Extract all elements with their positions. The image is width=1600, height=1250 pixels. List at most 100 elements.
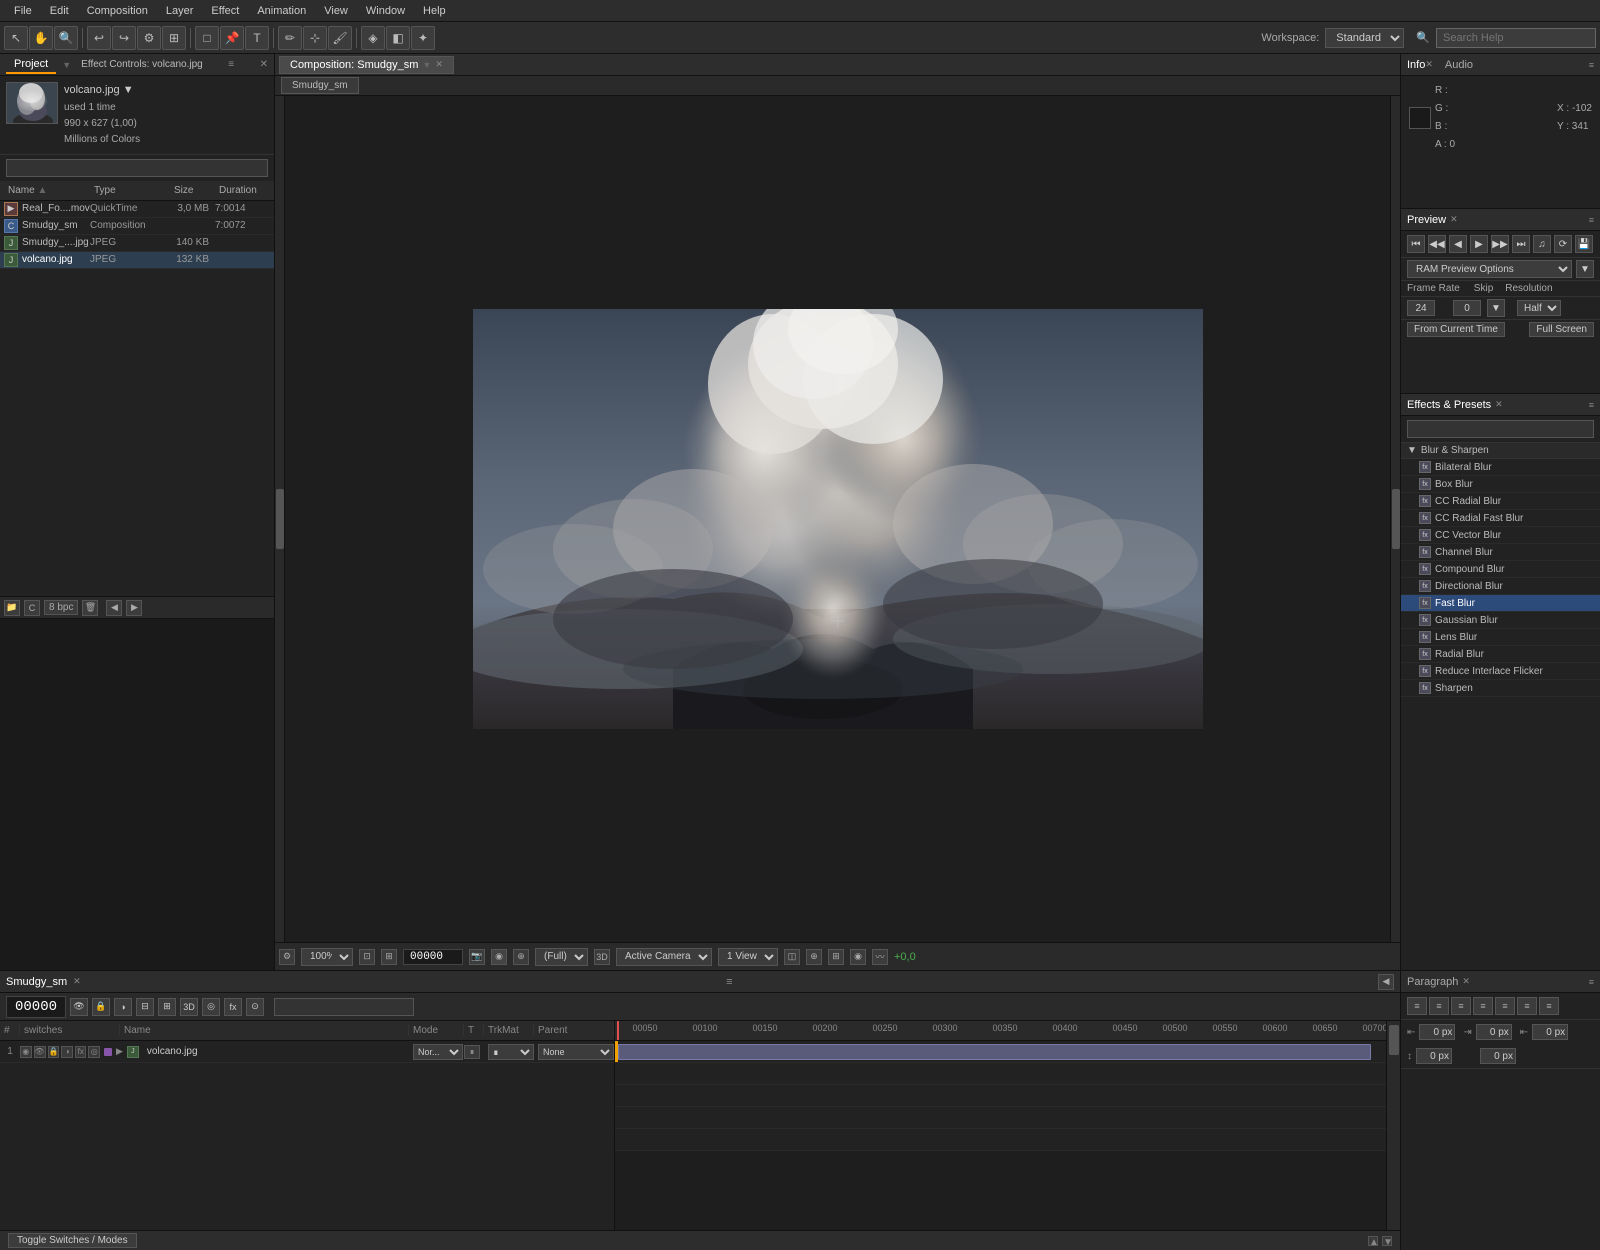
timeline-menu-btn[interactable]: ≡ bbox=[726, 976, 732, 988]
timeline-adjust-btn[interactable]: ⊙ bbox=[246, 998, 264, 1016]
panel-close-btn[interactable]: ✕ bbox=[260, 59, 268, 70]
toggle-switches-btn[interactable]: Toggle Switches / Modes bbox=[8, 1233, 137, 1248]
timeline-zoom-in[interactable]: ▼ bbox=[1382, 1236, 1392, 1246]
effect-cc-vector-blur[interactable]: fx CC Vector Blur bbox=[1401, 527, 1600, 544]
timeline-playhead[interactable] bbox=[617, 1021, 619, 1040]
effects-menu[interactable]: ≡ bbox=[1589, 400, 1594, 410]
effect-radial-blur[interactable]: fx Radial Blur bbox=[1401, 646, 1600, 663]
color-btn[interactable]: ◉ bbox=[491, 949, 507, 965]
timeline-solo-btn[interactable]: 👁 bbox=[70, 998, 88, 1016]
tool-redo[interactable]: ↪ bbox=[112, 26, 136, 50]
effect-directional-blur[interactable]: fx Directional Blur bbox=[1401, 578, 1600, 595]
preview-audio-btn[interactable]: ♫ bbox=[1533, 235, 1551, 253]
safe-btn[interactable]: ⊞ bbox=[828, 949, 844, 965]
tool-arrow[interactable]: ↖ bbox=[4, 26, 28, 50]
preview-fwd-btn[interactable]: ▶▶ bbox=[1491, 235, 1509, 253]
view-select[interactable]: 1 View bbox=[718, 948, 778, 966]
timeline-vscroll[interactable] bbox=[1386, 1021, 1400, 1230]
tool-pen[interactable]: ✏ bbox=[278, 26, 302, 50]
tab-effects[interactable]: Effects & Presets bbox=[1407, 399, 1491, 411]
menu-file[interactable]: File bbox=[6, 3, 40, 19]
tool-sync[interactable]: ⊞ bbox=[162, 26, 186, 50]
motion-btn[interactable]: 〰 bbox=[872, 949, 888, 965]
timeline-motion-btn[interactable]: ◎ bbox=[202, 998, 220, 1016]
switch-effect[interactable]: fx bbox=[75, 1046, 87, 1058]
preview-save-btn[interactable]: 💾 bbox=[1575, 235, 1593, 253]
timeline-lock-btn[interactable]: 🔒 bbox=[92, 998, 110, 1016]
space-after-input[interactable] bbox=[1480, 1048, 1516, 1064]
timeline-zoom-out[interactable]: ▲ bbox=[1368, 1236, 1378, 1246]
workspace-select[interactable]: Standard bbox=[1325, 28, 1404, 48]
comp-sub-tab[interactable]: Smudgy_sm bbox=[281, 77, 359, 94]
effect-box-blur[interactable]: fx Box Blur bbox=[1401, 476, 1600, 493]
preview-back-btn[interactable]: ◀ bbox=[1449, 235, 1467, 253]
resolution-select[interactable]: Half bbox=[1517, 300, 1561, 316]
comp-timecode[interactable]: 00000 bbox=[403, 949, 463, 965]
ram-options-btn[interactable]: ▼ bbox=[1576, 260, 1594, 278]
skip-stepper[interactable]: ▼ bbox=[1487, 299, 1505, 317]
tool-settings[interactable]: ⚙ bbox=[137, 26, 161, 50]
preview-play-btn[interactable]: ▶ bbox=[1470, 235, 1488, 253]
menu-edit[interactable]: Edit bbox=[42, 3, 77, 19]
fit-btn[interactable]: ⊡ bbox=[359, 949, 375, 965]
timeline-effect-btn[interactable]: fx bbox=[224, 998, 242, 1016]
scrollbar-left[interactable] bbox=[275, 96, 285, 942]
effects-search-input[interactable] bbox=[1407, 420, 1594, 438]
tool-select2[interactable]: ⊹ bbox=[303, 26, 327, 50]
preview-first-btn[interactable]: ⏮ bbox=[1407, 235, 1425, 253]
preview-menu[interactable]: ≡ bbox=[1589, 215, 1594, 225]
info-panel-menu[interactable]: ≡ bbox=[1589, 60, 1594, 70]
effect-reduce-interlace[interactable]: fx Reduce Interlace Flicker bbox=[1401, 663, 1600, 680]
layer-row[interactable]: 1 ◉ 👁 🔒 ◑ fx ◎ ▶ J volcano.jpg bbox=[0, 1041, 614, 1063]
effect-channel-blur[interactable]: fx Channel Blur bbox=[1401, 544, 1600, 561]
paragraph-close[interactable]: ✕ bbox=[1462, 976, 1470, 987]
timeline-search-input[interactable] bbox=[274, 998, 414, 1016]
tool-pin[interactable]: 📌 bbox=[220, 26, 244, 50]
tool-rect[interactable]: □ bbox=[195, 26, 219, 50]
blur-sharpen-category[interactable]: ▼ Blur & Sharpen bbox=[1401, 443, 1600, 459]
project-search-input[interactable] bbox=[6, 159, 268, 177]
align-right-btn[interactable]: ≡ bbox=[1451, 997, 1471, 1015]
comp-settings-btn[interactable]: ⚙ bbox=[279, 949, 295, 965]
effect-gaussian-blur[interactable]: fx Gaussian Blur bbox=[1401, 612, 1600, 629]
effect-sharpen[interactable]: fx Sharpen bbox=[1401, 680, 1600, 697]
guides-btn[interactable]: ⊕ bbox=[806, 949, 822, 965]
bpc-badge[interactable]: 8 bpc bbox=[44, 600, 78, 615]
snap-btn[interactable]: ◫ bbox=[784, 949, 800, 965]
skip-input[interactable] bbox=[1453, 300, 1481, 316]
preview-close[interactable]: ✕ bbox=[1450, 214, 1458, 225]
tool-hand[interactable]: ✋ bbox=[29, 26, 53, 50]
tab-info[interactable]: Info bbox=[1407, 59, 1425, 71]
tool-eraser[interactable]: ◧ bbox=[386, 26, 410, 50]
tool-clone[interactable]: ◈ bbox=[361, 26, 385, 50]
tab-preview[interactable]: Preview bbox=[1407, 214, 1446, 226]
info-menu-btn[interactable]: ✕ bbox=[1425, 59, 1433, 70]
quality-select[interactable]: (Full) bbox=[535, 948, 588, 966]
tool-brush[interactable]: 🖌 bbox=[328, 26, 352, 50]
paragraph-title[interactable]: Paragraph bbox=[1407, 976, 1458, 988]
timeline-timecode[interactable]: 00000 bbox=[6, 996, 66, 1018]
camera-btn[interactable]: 📷 bbox=[469, 949, 485, 965]
effect-compound-blur[interactable]: fx Compound Blur bbox=[1401, 561, 1600, 578]
tab-effect-controls[interactable]: Effect Controls: volcano.jpg bbox=[81, 59, 203, 70]
file-row-active[interactable]: J volcano.jpg JPEG 132 KB bbox=[0, 252, 274, 269]
mask-btn[interactable]: ◉ bbox=[850, 949, 866, 965]
align-justify-right-btn[interactable]: ≡ bbox=[1517, 997, 1537, 1015]
layer-t-btn[interactable]: ∎ bbox=[464, 1045, 480, 1059]
new-folder-btn[interactable]: 📁 bbox=[4, 600, 20, 616]
paragraph-menu[interactable]: ≡ bbox=[1589, 977, 1594, 987]
timeline-frame-btn[interactable]: ⊟ bbox=[136, 998, 154, 1016]
effect-cc-radial-blur[interactable]: fx CC Radial Blur bbox=[1401, 493, 1600, 510]
switch-motion[interactable]: ◎ bbox=[88, 1046, 100, 1058]
file-row[interactable]: ▶ Real_Fo....mov QuickTime 3,0 MB 7:0014 bbox=[0, 201, 274, 218]
preview-loop-btn[interactable]: ⟳ bbox=[1554, 235, 1572, 253]
comp-tab-close[interactable]: ✕ bbox=[435, 59, 443, 70]
trash-btn[interactable]: 🗑 bbox=[82, 600, 98, 616]
camera-select[interactable]: Active Camera bbox=[616, 948, 712, 966]
effect-cc-radial-fast-blur[interactable]: fx CC Radial Fast Blur bbox=[1401, 510, 1600, 527]
ram-preview-select[interactable]: RAM Preview Options bbox=[1407, 260, 1572, 278]
switch-lock[interactable]: 🔒 bbox=[48, 1046, 60, 1058]
menu-layer[interactable]: Layer bbox=[158, 3, 202, 19]
effect-lens-blur[interactable]: fx Lens Blur bbox=[1401, 629, 1600, 646]
indent-right-input[interactable] bbox=[1476, 1024, 1512, 1040]
